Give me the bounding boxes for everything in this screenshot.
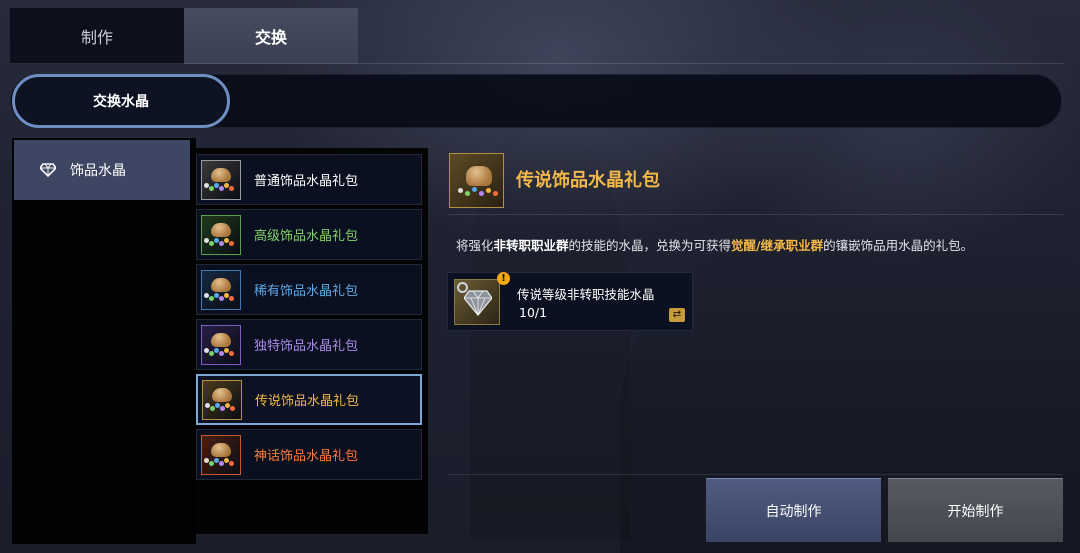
list-item[interactable]: 普通饰品水晶礼包: [196, 154, 422, 205]
top-tabs: 制作 交换: [10, 8, 358, 64]
auto-craft-button[interactable]: 自动制作: [706, 478, 881, 542]
material-card[interactable]: ! 传说等级非转职技能水晶 10/1 ⇄: [447, 272, 693, 331]
bag-shape: [466, 166, 492, 186]
category-accessory-crystal[interactable]: 饰品水晶: [14, 140, 190, 200]
package-icon: [201, 434, 241, 475]
desc-part: 的镶嵌饰品用水晶的礼包。: [823, 238, 974, 253]
package-icon: [201, 324, 241, 365]
list-item[interactable]: 独特饰品水晶礼包: [196, 319, 422, 370]
list-item[interactable]: 神话饰品水晶礼包: [196, 429, 422, 480]
tab-divider: [10, 63, 1064, 64]
button-divider: [449, 474, 1063, 475]
swap-icon[interactable]: ⇄: [669, 308, 685, 322]
list-item-label: 高级饰品水晶礼包: [254, 229, 359, 244]
list-item-label: 独特饰品水晶礼包: [254, 339, 359, 354]
crystal-icon: [454, 279, 500, 325]
detail-title: 传说饰品水晶礼包: [516, 170, 660, 191]
tab-craft[interactable]: 制作: [10, 8, 184, 64]
warning-badge-icon: !: [497, 272, 510, 285]
desc-highlight-blue: 非转职职业群: [493, 238, 569, 253]
package-icon: [202, 379, 242, 420]
list-item-label: 稀有饰品水晶礼包: [254, 284, 359, 299]
list-item-label: 神话饰品水晶礼包: [254, 449, 359, 464]
tab-exchange[interactable]: 交换: [184, 8, 358, 64]
list-item-label: 传说饰品水晶礼包: [255, 394, 360, 409]
list-item[interactable]: 传说饰品水晶礼包: [196, 374, 422, 425]
package-icon: [201, 214, 241, 255]
list-item[interactable]: 高级饰品水晶礼包: [196, 209, 422, 260]
category-label: 饰品水晶: [70, 163, 126, 179]
package-icon: [449, 153, 504, 208]
detail-description: 将强化非转职职业群的技能的水晶，兑换为可获得觉醒/继承职业群的镶嵌饰品用水晶的礼…: [456, 235, 973, 254]
diamond-icon: [40, 163, 56, 177]
desc-part: 的技能的水晶，兑换为可获得: [568, 238, 732, 253]
material-name: 传说等级非转职技能水晶: [517, 287, 655, 302]
package-icon: [201, 269, 241, 310]
diamond-icon: [464, 290, 492, 316]
desc-part: 将强化: [456, 238, 494, 253]
material-count: 10/1: [519, 305, 548, 320]
subtab-exchange-crystal[interactable]: 交换水晶: [12, 74, 230, 128]
detail-divider: [449, 214, 1063, 215]
desc-highlight-gold: 觉醒/继承职业群: [731, 238, 824, 253]
list-item[interactable]: 稀有饰品水晶礼包: [196, 264, 422, 315]
gem-dots: [456, 186, 500, 196]
list-item-label: 普通饰品水晶礼包: [254, 174, 359, 189]
start-craft-button[interactable]: 开始制作: [888, 478, 1063, 542]
package-icon: [201, 159, 241, 200]
